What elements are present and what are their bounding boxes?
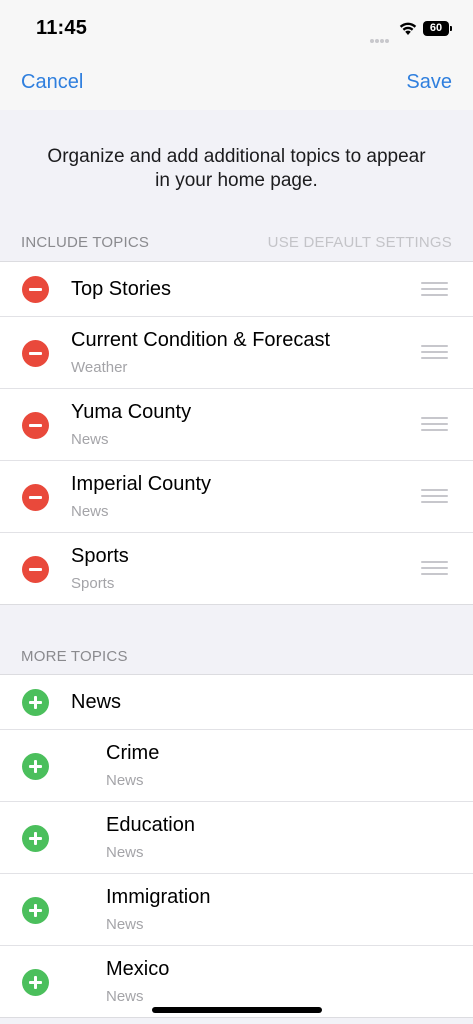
topic-title: News	[71, 691, 122, 713]
more-topics-header: MORE TOPICS	[21, 648, 452, 665]
topic-title: Mexico	[106, 958, 170, 980]
topic-title: Crime	[106, 742, 160, 764]
topic-title: Education	[106, 814, 195, 836]
topic-title: Immigration	[106, 886, 211, 908]
more-topics-title: MORE TOPICS	[21, 648, 128, 665]
intro-section: Organize and add additional topics to ap…	[0, 110, 473, 230]
save-button[interactable]: Save	[406, 71, 452, 94]
wifi-icon	[399, 22, 417, 35]
available-topic-row: Crime News	[0, 730, 473, 802]
cancel-button[interactable]: Cancel	[21, 71, 83, 94]
intro-text: Organize and add additional topics to ap…	[47, 146, 426, 191]
cellular-signal-icon	[370, 30, 392, 43]
topic-title: Yuma County	[71, 401, 192, 423]
include-topics-list: Top Stories Current Condition & Forecast…	[0, 261, 473, 605]
included-topic-row: Current Condition & Forecast Weather	[0, 317, 473, 389]
battery-icon: 60	[423, 21, 454, 36]
reorder-handle-icon[interactable]	[421, 489, 448, 505]
topic-subtitle: News	[106, 988, 144, 1005]
add-icon[interactable]	[22, 825, 49, 852]
topic-title: Sports	[71, 545, 129, 567]
topic-subtitle: News	[106, 772, 144, 789]
more-topics-list: News Crime News Education News Immigrati…	[0, 674, 473, 1018]
reorder-handle-icon[interactable]	[421, 282, 448, 298]
reorder-handle-icon[interactable]	[421, 417, 448, 433]
topic-subtitle: News	[106, 844, 144, 861]
remove-icon[interactable]	[22, 276, 49, 303]
remove-icon[interactable]	[22, 484, 49, 511]
remove-icon[interactable]	[22, 412, 49, 439]
use-default-settings-button[interactable]: USE DEFAULT SETTINGS	[268, 234, 452, 251]
add-icon[interactable]	[22, 969, 49, 996]
nav-bar: Cancel Save	[0, 56, 473, 110]
available-topic-row: Immigration News	[0, 874, 473, 946]
included-topic-row: Top Stories	[0, 262, 473, 317]
topic-subtitle: News	[71, 503, 109, 520]
battery-level: 60	[429, 22, 443, 34]
included-topic-row: Sports Sports	[0, 533, 473, 604]
included-topic-row: Yuma County News	[0, 389, 473, 461]
available-topic-row: News	[0, 675, 473, 730]
topic-subtitle: Weather	[71, 359, 128, 376]
include-topics-title: INCLUDE TOPICS	[21, 234, 150, 251]
available-topic-row: Education News	[0, 802, 473, 874]
included-topic-row: Imperial County News	[0, 461, 473, 533]
reorder-handle-icon[interactable]	[421, 345, 448, 361]
add-icon[interactable]	[22, 689, 49, 716]
topic-title: Current Condition & Forecast	[71, 329, 331, 351]
topic-title: Top Stories	[71, 278, 172, 300]
topic-title: Imperial County	[71, 473, 212, 495]
remove-icon[interactable]	[22, 340, 49, 367]
reorder-handle-icon[interactable]	[421, 561, 448, 577]
remove-icon[interactable]	[22, 556, 49, 583]
add-icon[interactable]	[22, 897, 49, 924]
topic-subtitle: Sports	[71, 575, 115, 592]
topic-subtitle: News	[71, 431, 109, 448]
home-indicator[interactable]	[152, 1007, 322, 1013]
add-icon[interactable]	[22, 753, 49, 780]
include-topics-header: INCLUDE TOPICS USE DEFAULT SETTINGS	[21, 234, 452, 251]
topic-subtitle: News	[106, 916, 144, 933]
status-time: 11:45	[36, 17, 88, 39]
status-bar: 11:45 60	[0, 0, 473, 56]
